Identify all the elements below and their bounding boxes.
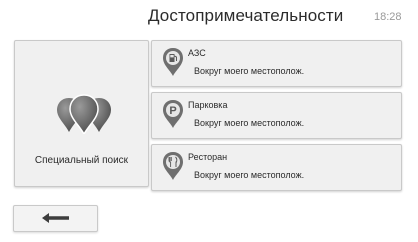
poi-name: Ресторан xyxy=(188,152,228,162)
arrow-left-icon xyxy=(42,213,69,223)
poi-item-parking[interactable]: P Парковка Вокруг моего местополож. xyxy=(151,92,402,139)
restaurant-pin-icon xyxy=(163,152,183,180)
poi-cluster-icon xyxy=(57,94,111,134)
poi-category-list: АЗС Вокруг моего местополож. P Парковка … xyxy=(151,40,402,196)
poi-name: Парковка xyxy=(188,100,228,110)
poi-subtitle: Вокруг моего местополож. xyxy=(194,66,305,76)
poi-subtitle: Вокруг моего местополож. xyxy=(194,170,305,180)
parking-pin-icon: P xyxy=(163,100,183,128)
poi-item-fuel[interactable]: АЗС Вокруг моего местополож. xyxy=(151,40,402,87)
special-search-button[interactable]: Специальный поиск xyxy=(14,40,149,187)
poi-item-restaurant[interactable]: Ресторан Вокруг моего местополож. xyxy=(151,144,402,191)
poi-subtitle: Вокруг моего местополож. xyxy=(194,118,305,128)
page-title: Достопримечательности xyxy=(148,6,344,25)
fuel-pump-pin-icon xyxy=(163,48,183,76)
back-button[interactable] xyxy=(13,205,98,232)
clock: 18:28 xyxy=(374,11,402,23)
special-search-label: Специальный поиск xyxy=(34,155,129,166)
poi-screen: Достопримечательности 18:28 Специальный … xyxy=(0,0,418,242)
poi-name: АЗС xyxy=(188,48,206,58)
svg-text:P: P xyxy=(169,105,176,117)
